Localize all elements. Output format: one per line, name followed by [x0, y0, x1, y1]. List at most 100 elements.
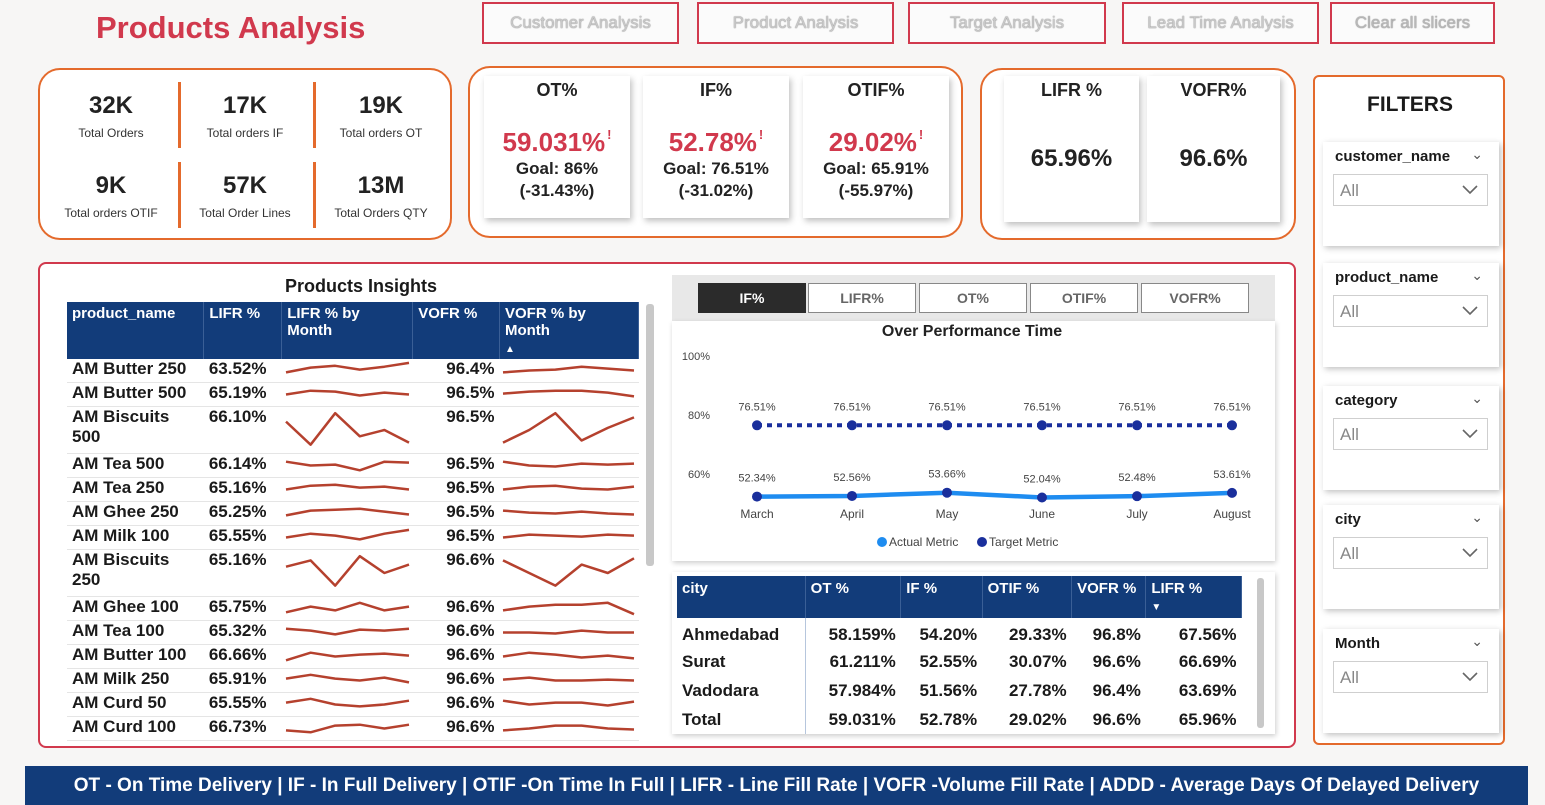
table-row[interactable]: AM Butter 100 66.66% 96.6% — [67, 644, 639, 669]
lifr-cell: 63.52% — [203, 359, 282, 383]
col-header-product-name[interactable]: product_name — [67, 302, 205, 359]
sort-descending-icon: ▼ — [1151, 602, 1162, 613]
lifr-sparkline — [285, 697, 409, 708]
table-row[interactable]: Vadodara 57.984% 51.56% 27.78% 96.4% 63.69% — [677, 676, 1242, 705]
data-point[interactable] — [847, 420, 857, 431]
table-row[interactable]: Total 59.031% 52.78% 29.02% 96.6% 65.96% — [677, 705, 1242, 734]
y-tick-label: 100% — [682, 351, 710, 363]
slicer-value: All — [1340, 425, 1359, 444]
data-point[interactable] — [1227, 420, 1237, 431]
city-cell: Ahmedabad — [677, 618, 806, 647]
lifr-cell: 65.16% — [203, 549, 282, 597]
data-point[interactable] — [752, 420, 762, 431]
product-name-cell: AM Curd 100 — [67, 716, 204, 741]
chevron-down-icon[interactable]: ⌄ — [1471, 633, 1483, 650]
table-row[interactable]: AM Butter 500 65.19% 96.5% — [67, 382, 639, 407]
slicer-dropdown[interactable]: All — [1333, 537, 1488, 569]
metric-delta: (-31.02%) — [678, 181, 754, 200]
x-tick-label: May — [936, 507, 959, 521]
insights-scrollbar[interactable] — [646, 304, 654, 566]
data-point[interactable] — [847, 490, 857, 501]
page-title: Products Analysis — [96, 10, 366, 45]
col-header-ot[interactable]: OT % — [805, 576, 902, 618]
vofr-sparkline — [503, 676, 635, 682]
chevron-down-icon[interactable]: ⌄ — [1471, 146, 1483, 163]
data-point[interactable] — [1132, 420, 1142, 431]
table-row[interactable]: AM Tea 100 65.32% 96.6% — [67, 620, 639, 645]
tab-otif[interactable]: OTIF% — [1030, 283, 1138, 313]
products-insights-table: product_name LIFR % LIFR % by Month VOFR… — [67, 302, 640, 741]
slicer-dropdown[interactable]: All — [1333, 418, 1488, 450]
lifr-sparkline — [285, 723, 409, 734]
col-header-lifr[interactable]: LIFR % — [203, 302, 283, 359]
nav-customer-analysis-button[interactable]: Customer Analysis — [482, 2, 679, 44]
divider — [313, 162, 316, 228]
tab-if[interactable]: IF% — [698, 283, 806, 313]
data-point[interactable] — [942, 420, 952, 431]
slicer-dropdown[interactable]: All — [1333, 661, 1488, 693]
vofr-sparkline-cell — [499, 668, 639, 693]
data-point[interactable] — [1132, 491, 1142, 502]
product-name-cell: AM Biscuits 500 — [67, 406, 204, 454]
table-row[interactable]: AM Ghee 100 65.75% 96.6% — [67, 596, 639, 621]
col-header-lifr-by-month[interactable]: LIFR % by Month — [281, 302, 414, 359]
col-header-vofr[interactable]: VOFR % — [1071, 576, 1147, 618]
slicer-dropdown[interactable]: All — [1333, 295, 1488, 327]
kpi-total-orders-otif: 9K Total orders OTIF — [46, 172, 176, 220]
slicer-dropdown[interactable]: All — [1333, 174, 1488, 206]
vofr-sparkline-cell — [499, 453, 639, 478]
data-point[interactable] — [1227, 487, 1237, 498]
table-row[interactable]: AM Tea 250 65.16% 96.5% — [67, 477, 639, 502]
table-row[interactable]: AM Curd 100 66.73% 96.6% — [67, 716, 639, 741]
col-header-city[interactable]: city — [677, 576, 806, 618]
tab-lifr[interactable]: LIFR% — [808, 283, 916, 313]
metric-title: OT% — [536, 80, 578, 100]
tab-ot[interactable]: OT% — [919, 283, 1027, 313]
table-row[interactable]: Surat 61.211% 52.55% 30.07% 96.6% 66.69% — [677, 647, 1242, 676]
col-header-vofr-by-month[interactable]: VOFR % by Month ▲ — [499, 302, 640, 359]
lifr-cell: 66.10% — [203, 406, 282, 454]
lifr-cell: 65.19% — [203, 382, 282, 407]
table-row[interactable]: AM Biscuits 250 65.16% 96.6% — [67, 549, 639, 597]
table-row[interactable]: AM Ghee 250 65.25% 96.5% — [67, 501, 639, 526]
col-header-lifr[interactable]: LIFR % ▼ — [1145, 576, 1242, 618]
slicer-city: city ⌄ All — [1323, 505, 1499, 609]
clear-slicers-button[interactable]: Clear all slicers — [1330, 2, 1495, 44]
value-cell: 27.78% — [1008, 680, 1067, 700]
table-row[interactable]: Ahmedabad 58.159% 54.20% 29.33% 96.8% 67.56% — [677, 618, 1242, 647]
chevron-down-icon[interactable]: ⌄ — [1471, 390, 1483, 407]
nav-product-analysis-button[interactable]: Product Analysis — [697, 2, 894, 44]
kpi-value: 32K — [88, 92, 134, 119]
col-header-otif[interactable]: OTIF % — [982, 576, 1073, 618]
tab-vofr[interactable]: VOFR% — [1141, 283, 1249, 313]
vofr-cell: 96.6% — [412, 620, 500, 645]
metric-title: IF% — [699, 80, 732, 100]
data-point[interactable] — [942, 487, 952, 498]
col-header-vofr[interactable]: VOFR % — [412, 302, 500, 359]
rate-value: 96.6% — [1179, 145, 1248, 172]
value-cell: 65.96% — [1178, 709, 1237, 729]
data-point[interactable] — [752, 491, 762, 502]
table-row[interactable]: AM Milk 250 65.91% 96.6% — [67, 668, 639, 693]
col-header-if[interactable]: IF % — [900, 576, 983, 618]
table-row[interactable]: AM Biscuits 500 66.10% 96.5% — [67, 406, 639, 454]
value-cell: 58.159% — [828, 624, 896, 644]
table-row[interactable]: AM Curd 50 65.55% 96.6% — [67, 692, 639, 717]
table-row[interactable]: AM Butter 250 63.52% 96.4% — [67, 359, 639, 383]
nav-lead-time-analysis-button[interactable]: Lead Time Analysis — [1122, 2, 1319, 44]
chevron-down-icon[interactable]: ⌄ — [1471, 267, 1483, 284]
product-name-cell: AM Curd 50 — [67, 692, 204, 717]
lifr-cell: 65.91% — [203, 668, 282, 693]
data-point[interactable] — [1037, 420, 1047, 431]
table-row[interactable]: AM Milk 100 65.55% 96.5% — [67, 525, 639, 550]
table-row[interactable]: AM Tea 500 66.14% 96.5% — [67, 453, 639, 478]
legend-label: Target Metric — [989, 535, 1058, 549]
vofr-cell: 96.6% — [412, 692, 500, 717]
products-insights-title: Products Insights — [285, 276, 438, 296]
city-table-scrollbar[interactable] — [1257, 578, 1264, 728]
data-point[interactable] — [1037, 492, 1047, 503]
chevron-down-icon[interactable]: ⌄ — [1471, 509, 1483, 526]
nav-target-analysis-button[interactable]: Target Analysis — [908, 2, 1106, 44]
sort-ascending-icon: ▲ — [504, 344, 515, 355]
vofr-sparkline — [503, 651, 635, 660]
